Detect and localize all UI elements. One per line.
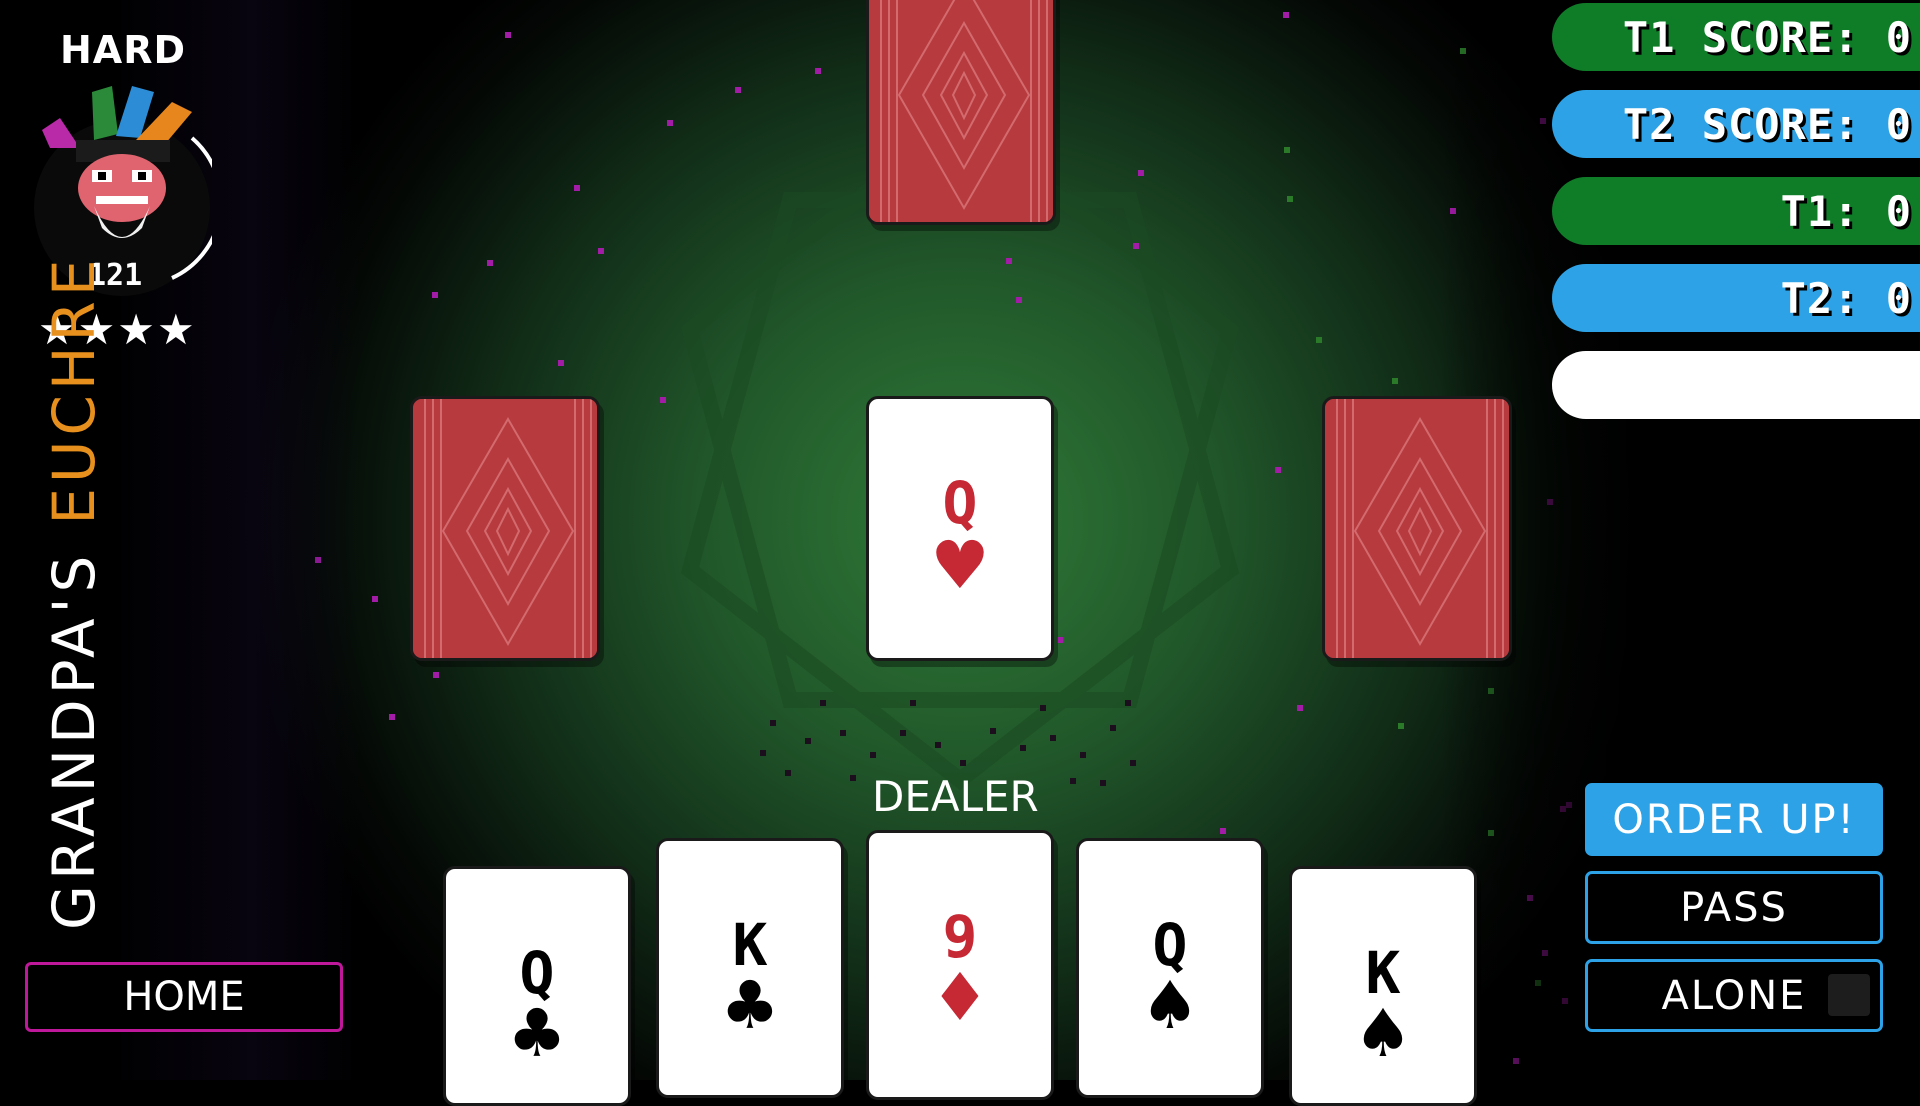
spade-icon: ♠ bbox=[1140, 967, 1200, 1044]
team2-tricks: T2: 0 bbox=[1552, 264, 1920, 332]
team1-score: T1 SCORE: 0 bbox=[1552, 3, 1920, 71]
game-title: GRANDPA'S EUCHRE bbox=[40, 255, 108, 930]
team2-score: T2 SCORE: 0 bbox=[1552, 90, 1920, 158]
order-up-button[interactable]: ORDER UP! bbox=[1585, 783, 1883, 856]
club-icon: ♣ bbox=[720, 967, 780, 1044]
hand-card[interactable]: Q ♠ bbox=[1076, 838, 1264, 1098]
diamond-icon: ♦ bbox=[930, 959, 990, 1036]
hand-card[interactable]: 9 ♦ bbox=[866, 830, 1054, 1100]
alone-button[interactable]: ALONE bbox=[1585, 959, 1883, 1032]
dealer-label: DEALER bbox=[872, 772, 1039, 821]
club-icon: ♣ bbox=[507, 995, 567, 1072]
alone-label: ALONE bbox=[1661, 972, 1807, 1019]
hand-card[interactable]: Q ♣ bbox=[443, 866, 631, 1106]
upcard: Q ♥ bbox=[866, 396, 1054, 661]
pass-button[interactable]: PASS bbox=[1585, 871, 1883, 944]
right-opponent-card-back bbox=[1322, 396, 1512, 661]
home-button[interactable]: HOME bbox=[25, 962, 343, 1032]
heart-icon: ♥ bbox=[930, 527, 990, 604]
team1-tricks: T1: 0 bbox=[1552, 177, 1920, 245]
spade-icon: ♠ bbox=[1353, 995, 1413, 1072]
game-title-word2: EUCHRE bbox=[40, 254, 108, 525]
difficulty-label: HARD bbox=[60, 28, 187, 72]
alone-checkbox[interactable] bbox=[1828, 974, 1870, 1016]
hand-card[interactable]: K ♠ bbox=[1289, 866, 1477, 1106]
left-opponent-card-back bbox=[410, 396, 600, 661]
game-title-word1: GRANDPA'S bbox=[40, 550, 108, 930]
partner-card-back bbox=[866, 0, 1056, 225]
hand-card[interactable]: K ♣ bbox=[656, 838, 844, 1098]
status-panel bbox=[1552, 351, 1920, 419]
